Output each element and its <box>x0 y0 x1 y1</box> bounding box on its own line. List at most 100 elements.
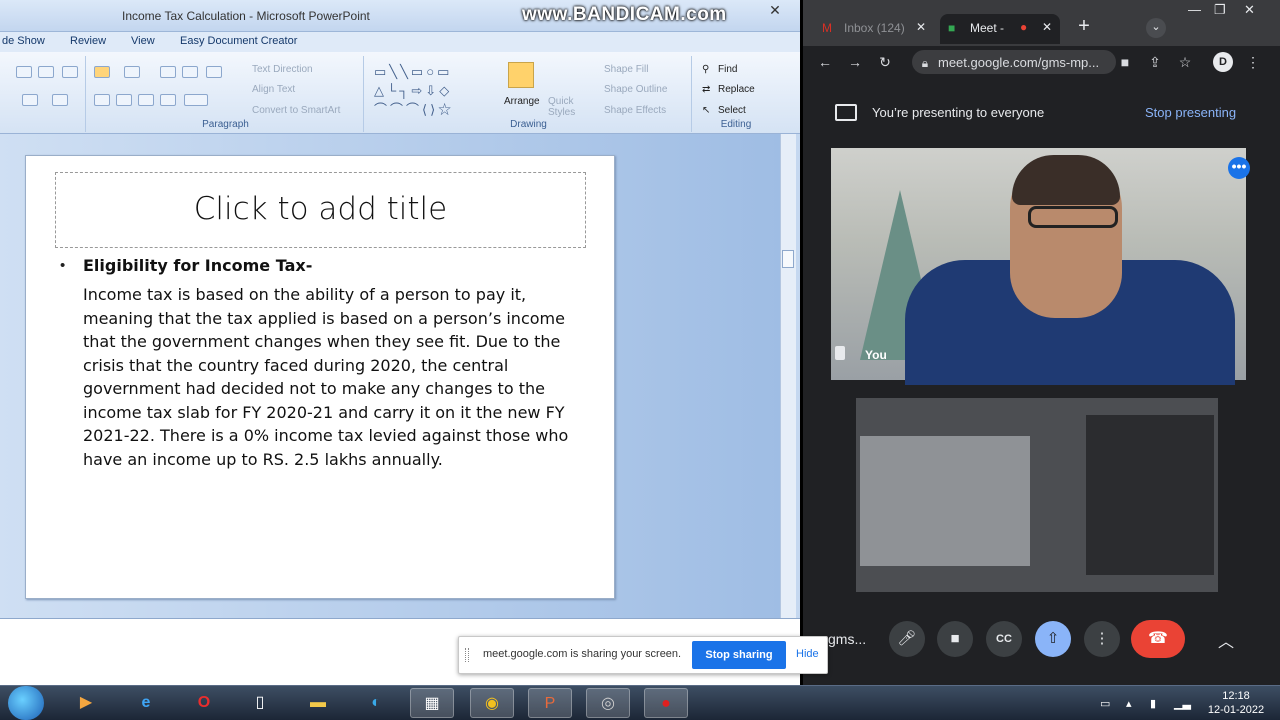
line-spacing-icon[interactable] <box>206 66 222 78</box>
present-now-icon[interactable]: ⇧ <box>1035 621 1071 657</box>
calculator-icon[interactable]: ▦ <box>410 688 454 718</box>
shape-outline-button[interactable]: Shape Outline <box>604 84 667 95</box>
internet-explorer-icon[interactable]: e <box>124 688 168 718</box>
char-spacing-icon[interactable] <box>22 94 38 106</box>
shapes-gallery[interactable]: ▭╲╲▭○▭ △└┐⇨⇩◇ ⌒⌒⌒⟨⟩☆ <box>374 62 492 117</box>
new-tab-button[interactable]: + <box>1074 16 1094 37</box>
select-icon[interactable]: ↖ <box>702 105 710 116</box>
taskbar-clock[interactable]: 12:18 12-01-2022 <box>1196 689 1276 717</box>
align-center-icon[interactable] <box>116 94 132 106</box>
minimize-icon[interactable]: — <box>1188 2 1201 17</box>
font-color-icon[interactable] <box>52 94 68 106</box>
slide-body-text[interactable]: Income tax is based on the ability of a … <box>83 283 573 471</box>
numbering-icon[interactable] <box>124 66 140 78</box>
show-hidden-icons[interactable]: ▴ <box>1126 697 1138 710</box>
find-icon[interactable]: ⚲ <box>702 64 709 75</box>
start-button[interactable] <box>8 686 44 720</box>
file-explorer-icon[interactable]: ▬ <box>296 688 340 718</box>
more-options-icon[interactable]: ⋮ <box>1084 621 1120 657</box>
menu-review[interactable]: Review <box>70 35 106 47</box>
close-icon[interactable]: ✕ <box>764 2 786 20</box>
hide-link[interactable]: Hide <box>796 648 819 660</box>
camera-icon[interactable]: ■ <box>937 621 973 657</box>
arrange-button[interactable]: Arrange <box>504 96 540 107</box>
drag-handle-icon[interactable] <box>465 648 469 662</box>
decrease-indent-icon[interactable] <box>160 66 176 78</box>
shape-effects-button[interactable]: Shape Effects <box>604 105 666 116</box>
find-button[interactable]: Find <box>718 64 737 75</box>
url-text: meet.google.com/gms-mp... <box>938 55 1100 70</box>
shape-fill-button[interactable]: Shape Fill <box>604 64 648 75</box>
captions-icon[interactable]: CC <box>986 621 1022 657</box>
sharing-notice-text: meet.google.com is sharing your screen. <box>483 648 682 660</box>
maximize-icon[interactable]: ❐ <box>1214 2 1226 18</box>
title-placeholder[interactable]: Click to add title <box>55 172 586 248</box>
profile-avatar[interactable]: D <box>1213 52 1233 72</box>
menu-easy-document-creator[interactable]: Easy Document Creator <box>180 35 297 47</box>
align-right-icon[interactable] <box>138 94 154 106</box>
quick-styles-button[interactable]: Quick Styles <box>548 96 575 118</box>
end-call-icon[interactable]: ☎ <box>1131 620 1185 658</box>
close-icon[interactable]: ✕ <box>1244 2 1255 18</box>
close-icon[interactable]: ✕ <box>1042 20 1052 34</box>
menu-view[interactable]: View <box>131 35 155 47</box>
screen-share-thumbnail-panel <box>1086 415 1214 575</box>
chevron-up-icon[interactable]: ︿ <box>1218 628 1234 652</box>
grow-font-icon[interactable] <box>16 66 32 78</box>
tab-search-icon[interactable]: ⌄ <box>1146 18 1166 38</box>
vertical-scrollbar[interactable] <box>780 134 796 618</box>
media-player-icon[interactable]: ▶ <box>64 688 108 718</box>
stop-presenting-button[interactable]: Stop presenting <box>1145 105 1236 120</box>
replace-icon[interactable]: ⇄ <box>702 84 710 95</box>
slide-heading[interactable]: Eligibility for Income Tax- <box>83 256 312 275</box>
stop-sharing-button[interactable]: Stop sharing <box>692 641 786 669</box>
font-group <box>2 56 86 132</box>
close-icon[interactable]: ✕ <box>916 20 926 34</box>
bandicam-icon[interactable]: ● <box>644 688 688 718</box>
tab-meet[interactable]: ■ Meet - ● ✕ <box>940 14 1060 44</box>
network-icon[interactable]: ▭ <box>1100 697 1112 710</box>
recording-icon: ● <box>1020 20 1028 34</box>
reload-icon[interactable]: ↻ <box>876 54 894 70</box>
webcam-icon[interactable]: ◎ <box>586 688 630 718</box>
clear-format-icon[interactable] <box>62 66 78 78</box>
bullets-icon[interactable] <box>94 66 110 78</box>
powerpoint-icon[interactable]: P <box>528 688 572 718</box>
opera-icon[interactable]: O <box>182 688 226 718</box>
tab-meet-label: Meet - <box>970 21 1005 35</box>
document-icon[interactable]: ▯ <box>238 688 282 718</box>
menu-slide-show[interactable]: de Show <box>2 35 45 47</box>
power-icon[interactable]: ▮ <box>1150 697 1162 710</box>
editing-group: ⚲ Find ⇄ Replace ↖ Select Editing <box>696 56 776 132</box>
pin-icon[interactable] <box>835 346 845 360</box>
increase-indent-icon[interactable] <box>182 66 198 78</box>
columns-icon[interactable] <box>184 94 208 106</box>
align-left-icon[interactable] <box>94 94 110 106</box>
share-icon[interactable]: ⇪ <box>1146 54 1164 70</box>
text-direction-button[interactable]: Text Direction <box>252 64 313 75</box>
shrink-font-icon[interactable] <box>38 66 54 78</box>
clock-time: 12:18 <box>1222 690 1250 702</box>
signal-icon[interactable]: ▁▃ <box>1174 697 1191 710</box>
edge-icon[interactable]: ◐ <box>354 688 398 718</box>
ppt-menu-bar: de Show Review View Easy Document Creato… <box>0 32 800 52</box>
select-button[interactable]: Select <box>718 105 746 116</box>
tab-inbox-label: Inbox (124) <box>844 21 905 35</box>
bookmark-star-icon[interactable]: ☆ <box>1176 54 1194 70</box>
align-text-button[interactable]: Align Text <box>252 84 295 95</box>
ribbon: Text Direction Align Text Convert to Sma… <box>0 52 800 134</box>
chrome-icon[interactable]: ◉ <box>470 688 514 718</box>
present-screen-icon <box>835 104 857 121</box>
replace-button[interactable]: Replace <box>718 84 755 95</box>
justify-icon[interactable] <box>160 94 176 106</box>
tile-options-icon[interactable]: ••• <box>1228 157 1250 179</box>
forward-icon[interactable]: → <box>846 54 864 70</box>
arrange-icon[interactable] <box>508 62 534 88</box>
tab-inbox[interactable]: M Inbox (124) ✕ <box>812 14 936 44</box>
camera-indicator-icon[interactable]: ■ <box>1116 54 1134 70</box>
microphone-icon[interactable]: 🎤︎ <box>889 621 925 657</box>
convert-smartart-button[interactable]: Convert to SmartArt <box>252 105 340 116</box>
menu-kebab-icon[interactable]: ⋮ <box>1244 54 1262 70</box>
back-icon[interactable]: ← <box>816 54 834 70</box>
scrollbar-thumb[interactable] <box>782 250 794 268</box>
